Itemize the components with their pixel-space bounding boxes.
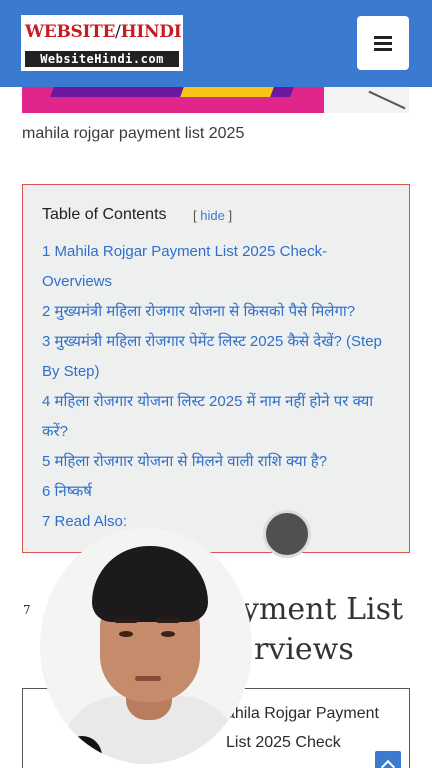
image-caption: mahila rojgar payment list 2025 <box>22 125 245 142</box>
hamburger-menu-icon <box>374 36 392 39</box>
scroll-to-top-button[interactable] <box>375 751 401 768</box>
toc-item[interactable]: 7 Read Also: <box>42 507 392 537</box>
toc-list: 1 Mahila Rojgar Payment List 2025 Check-… <box>42 237 392 537</box>
toc-hide-link[interactable]: hide <box>200 208 225 223</box>
logo-domain: WebsiteHindi.com <box>25 51 179 67</box>
toc-item[interactable]: 6 निष्कर्ष <box>42 477 392 507</box>
heading-marker: 7 <box>23 603 31 617</box>
toc-item[interactable]: 5 महिला रोजगार योजना से मिलने वाली राशि … <box>42 447 392 477</box>
webcam-overlay <box>40 528 252 764</box>
toc-item[interactable]: 2 मुख्यमंत्री महिला रोजगार योजना से किसक… <box>42 297 392 327</box>
toc-item[interactable]: 3 मुख्यमंत्री महिला रोजगार पेमेंट लिस्ट … <box>42 327 392 387</box>
heading-line-2: rviews <box>254 632 354 667</box>
content-box-text: ahila Rojgar Payment List 2025 Check <box>226 705 379 751</box>
toc-item[interactable]: 4 महिला रोजगार योजना लिस्ट 2025 में नाम … <box>42 387 392 447</box>
site-header: WEBSITE/HINDI WebsiteHindi.com <box>0 0 432 87</box>
featured-image <box>22 87 409 113</box>
heading-line-1: yment List <box>242 592 404 627</box>
table-of-contents: Table of Contents [ hide ] 1 Mahila Rojg… <box>22 184 410 553</box>
site-logo[interactable]: WEBSITE/HINDI WebsiteHindi.com <box>21 15 183 71</box>
toc-hide-toggle: [ hide ] <box>193 208 233 223</box>
toc-title: Table of Contents <box>42 206 167 223</box>
toc-item[interactable]: 1 Mahila Rojgar Payment List 2025 Check-… <box>42 237 392 297</box>
touch-indicator <box>263 510 311 558</box>
hamburger-menu-button[interactable] <box>357 16 409 70</box>
logo-wordmark: WEBSITE/HINDI <box>25 22 182 42</box>
